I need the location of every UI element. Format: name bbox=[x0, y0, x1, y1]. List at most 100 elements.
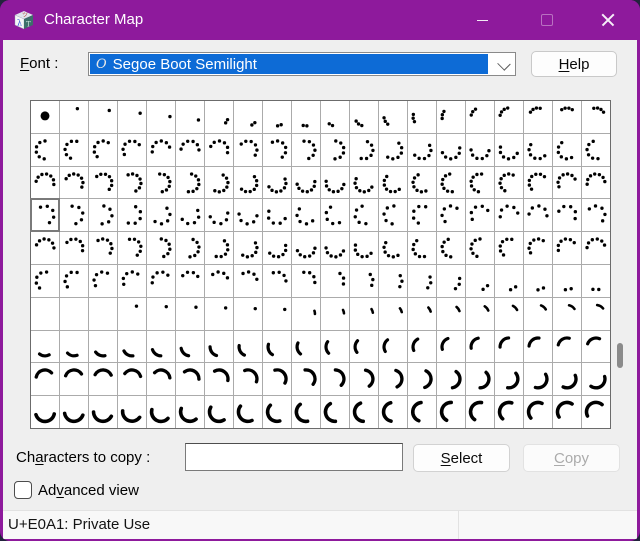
glyph-cell[interactable] bbox=[147, 330, 175, 363]
glyph-cell[interactable] bbox=[350, 297, 378, 330]
glyph-cell[interactable] bbox=[408, 297, 436, 330]
glyph-cell[interactable] bbox=[466, 264, 494, 297]
glyph-cell[interactable] bbox=[379, 330, 407, 363]
glyph-cell[interactable] bbox=[60, 297, 88, 330]
glyph-cell[interactable] bbox=[321, 199, 349, 232]
glyph-cell[interactable] bbox=[147, 199, 175, 232]
glyph-cell[interactable] bbox=[553, 264, 581, 297]
glyph-cell[interactable] bbox=[31, 232, 59, 264]
glyph-cell[interactable] bbox=[30, 198, 60, 233]
glyph-cell[interactable] bbox=[292, 133, 320, 166]
glyph-cell[interactable] bbox=[350, 396, 378, 428]
glyph-cell[interactable] bbox=[466, 166, 494, 199]
glyph-cell[interactable] bbox=[495, 297, 523, 330]
glyph-cell[interactable] bbox=[89, 199, 117, 232]
glyph-cell[interactable] bbox=[408, 264, 436, 297]
glyph-cell[interactable] bbox=[437, 330, 465, 363]
glyph-cell[interactable] bbox=[437, 396, 465, 428]
glyph-cell[interactable] bbox=[60, 199, 88, 232]
glyph-cell[interactable] bbox=[408, 330, 436, 363]
glyph-cell[interactable] bbox=[350, 166, 378, 199]
glyph-cell[interactable] bbox=[31, 396, 59, 428]
glyph-cell[interactable] bbox=[292, 297, 320, 330]
glyph-cell[interactable] bbox=[176, 133, 204, 166]
glyph-cell[interactable] bbox=[176, 363, 204, 396]
glyph-cell[interactable] bbox=[582, 264, 610, 297]
glyph-cell[interactable] bbox=[466, 101, 494, 133]
glyph-cell[interactable] bbox=[553, 166, 581, 199]
glyph-cell[interactable] bbox=[582, 363, 610, 396]
glyph-cell[interactable] bbox=[350, 264, 378, 297]
glyph-cell[interactable] bbox=[321, 330, 349, 363]
glyph-cell[interactable] bbox=[60, 396, 88, 428]
glyph-cell[interactable] bbox=[31, 101, 59, 133]
glyph-cell[interactable] bbox=[553, 396, 581, 428]
glyph-cell[interactable] bbox=[176, 396, 204, 428]
glyph-cell[interactable] bbox=[408, 133, 436, 166]
glyph-cell[interactable] bbox=[437, 297, 465, 330]
advanced-view-label[interactable]: Advanced view bbox=[38, 482, 139, 499]
glyph-cell[interactable] bbox=[118, 396, 146, 428]
glyph-cell[interactable] bbox=[524, 166, 552, 199]
glyph-cell[interactable] bbox=[118, 199, 146, 232]
glyph-cell[interactable] bbox=[60, 264, 88, 297]
glyph-cell[interactable] bbox=[466, 396, 494, 428]
glyph-cell[interactable] bbox=[408, 101, 436, 133]
glyph-cell[interactable] bbox=[437, 264, 465, 297]
glyph-cell[interactable] bbox=[205, 199, 233, 232]
glyph-cell[interactable] bbox=[60, 133, 88, 166]
glyph-cell[interactable] bbox=[495, 232, 523, 264]
glyph-cell[interactable] bbox=[263, 363, 291, 396]
glyph-cell[interactable] bbox=[408, 199, 436, 232]
glyph-cell[interactable] bbox=[495, 363, 523, 396]
glyph-cell[interactable] bbox=[582, 166, 610, 199]
glyph-cell[interactable] bbox=[321, 363, 349, 396]
glyph-cell[interactable] bbox=[176, 297, 204, 330]
glyph-cell[interactable] bbox=[466, 232, 494, 264]
glyph-cell[interactable] bbox=[553, 330, 581, 363]
glyph-cell[interactable] bbox=[379, 297, 407, 330]
glyph-cell[interactable] bbox=[321, 166, 349, 199]
glyph-cell[interactable] bbox=[118, 101, 146, 133]
glyph-cell[interactable] bbox=[176, 330, 204, 363]
glyph-cell[interactable] bbox=[234, 330, 262, 363]
glyph-cell[interactable] bbox=[582, 232, 610, 264]
glyph-cell[interactable] bbox=[379, 363, 407, 396]
advanced-view-checkbox[interactable] bbox=[14, 481, 32, 499]
chevron-down-icon[interactable] bbox=[497, 57, 511, 71]
glyph-cell[interactable] bbox=[60, 101, 88, 133]
glyph-cell[interactable] bbox=[89, 133, 117, 166]
glyph-cell[interactable] bbox=[147, 166, 175, 199]
glyph-cell[interactable] bbox=[31, 330, 59, 363]
glyph-cell[interactable] bbox=[263, 297, 291, 330]
glyph-cell[interactable] bbox=[350, 199, 378, 232]
glyph-cell[interactable] bbox=[292, 330, 320, 363]
glyph-cell[interactable] bbox=[495, 166, 523, 199]
glyph-cell[interactable] bbox=[176, 166, 204, 199]
glyph-cell[interactable] bbox=[379, 133, 407, 166]
glyph-cell[interactable] bbox=[495, 101, 523, 133]
glyph-cell[interactable] bbox=[524, 396, 552, 428]
glyph-cell[interactable] bbox=[350, 101, 378, 133]
glyph-cell[interactable] bbox=[147, 297, 175, 330]
glyph-cell[interactable] bbox=[524, 133, 552, 166]
glyph-cell[interactable] bbox=[176, 101, 204, 133]
glyph-cell[interactable] bbox=[408, 166, 436, 199]
glyph-cell[interactable] bbox=[205, 330, 233, 363]
glyph-cell[interactable] bbox=[553, 297, 581, 330]
glyph-cell[interactable] bbox=[582, 330, 610, 363]
glyph-cell[interactable] bbox=[234, 363, 262, 396]
glyph-cell[interactable] bbox=[60, 330, 88, 363]
glyph-cell[interactable] bbox=[205, 232, 233, 264]
glyph-cell[interactable] bbox=[89, 166, 117, 199]
glyph-cell[interactable] bbox=[263, 101, 291, 133]
glyph-cell[interactable] bbox=[582, 199, 610, 232]
glyph-cell[interactable] bbox=[31, 363, 59, 396]
glyph-cell[interactable] bbox=[60, 232, 88, 264]
characters-to-copy-input[interactable] bbox=[185, 443, 403, 471]
close-button[interactable] bbox=[585, 0, 631, 40]
glyph-cell[interactable] bbox=[118, 330, 146, 363]
glyph-cell[interactable] bbox=[495, 330, 523, 363]
glyph-cell[interactable] bbox=[118, 363, 146, 396]
glyph-cell[interactable] bbox=[321, 101, 349, 133]
